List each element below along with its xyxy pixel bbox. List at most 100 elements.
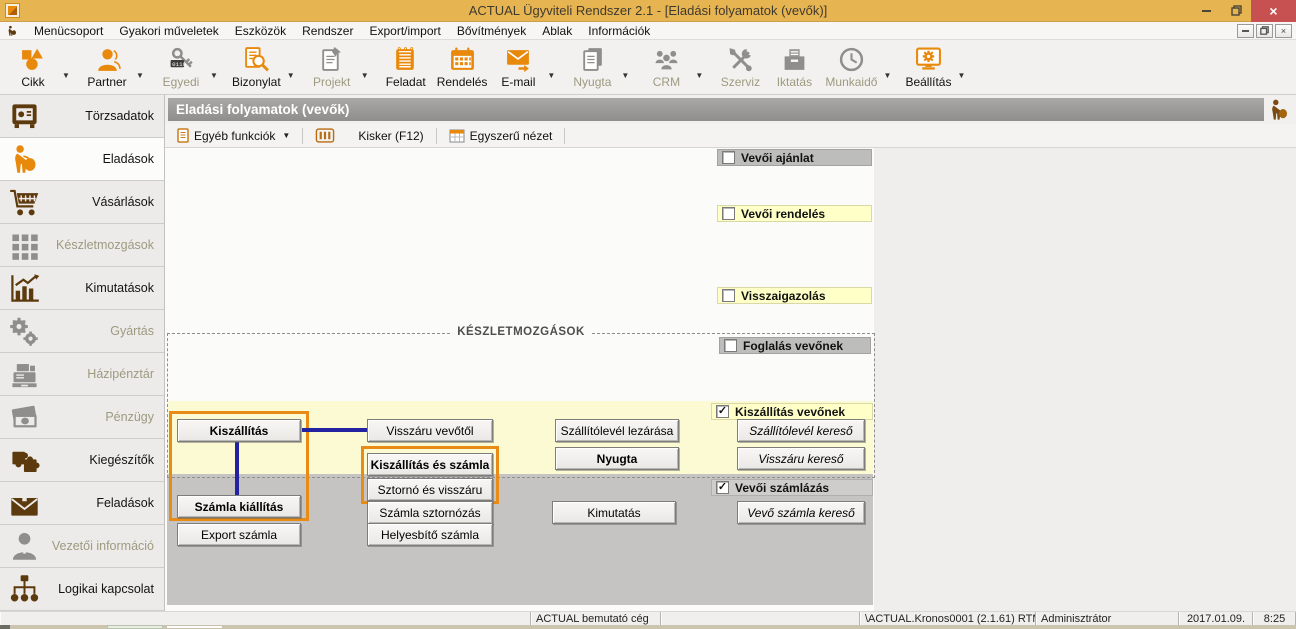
checkbox-box[interactable] bbox=[724, 339, 737, 352]
kiszallitas-button[interactable]: Kiszállítás bbox=[177, 419, 301, 442]
nyugta-receipts-icon bbox=[579, 44, 606, 74]
checkbox-kiszallitas-vevonek[interactable]: Kiszállítás vevőnek bbox=[711, 403, 873, 420]
kiszallitas-es-szamla-button[interactable]: Kiszállítás és számla bbox=[367, 453, 493, 476]
window-close-button[interactable]: × bbox=[1251, 0, 1296, 22]
menubar: Menücsoport Gyakori műveletek Eszközök R… bbox=[0, 22, 1296, 40]
app-window: ACTUAL Ügyviteli Rendszer 2.1 - [Eladási… bbox=[0, 0, 1296, 629]
checkbox-vevoi-ajanlat[interactable]: Vevői ajánlat bbox=[717, 149, 872, 166]
kisker-button[interactable]: Kisker (F12) bbox=[309, 126, 429, 145]
szallitolevel-kereso-button[interactable]: Szállítólevél kereső bbox=[737, 419, 865, 442]
window-restore-button[interactable] bbox=[1221, 0, 1251, 22]
menu-export-import[interactable]: Export/import bbox=[361, 24, 448, 38]
visszaru-kereso-button[interactable]: Visszáru kereső bbox=[737, 447, 865, 470]
envelope-upload-icon bbox=[8, 487, 48, 520]
toolbar-cikk[interactable]: Cikk bbox=[8, 43, 58, 90]
checkbox-box[interactable] bbox=[722, 151, 735, 164]
puzzle-icon bbox=[8, 444, 48, 477]
gears-icon bbox=[8, 315, 48, 348]
sidebar-item-feladasok[interactable]: Feladások bbox=[0, 482, 164, 525]
sztorno-es-visszaru-button[interactable]: Sztornó és visszáru bbox=[367, 478, 493, 501]
menu-informaciok[interactable]: Információk bbox=[580, 24, 658, 38]
egyedi-dropdown-arrow[interactable]: ▼ bbox=[210, 71, 224, 80]
checkbox-box[interactable] bbox=[722, 207, 735, 220]
sidebar-item-hazipenztar[interactable]: Házipénztár bbox=[0, 353, 164, 396]
toolbar-egyedi[interactable]: 0110 Egyedi bbox=[156, 43, 206, 90]
menu-bovitmenyek[interactable]: Bővítmények bbox=[449, 24, 534, 38]
toolbar-iktatas[interactable]: Iktatás bbox=[769, 43, 819, 90]
egyszeru-nezet-button[interactable]: Egyszerű nézet bbox=[443, 127, 559, 145]
sidebar-item-penzugy[interactable]: Pénzügy bbox=[0, 396, 164, 439]
bizonylat-document-search-icon bbox=[243, 44, 270, 74]
egyedi-key-icon: 0110 bbox=[168, 44, 195, 74]
status-company: ACTUAL bemutató cég bbox=[531, 612, 661, 625]
munkaido-dropdown-arrow[interactable]: ▼ bbox=[883, 71, 897, 80]
sidebar: Törzsadatok Eladások Vásárlások Készletm… bbox=[0, 95, 165, 611]
visszaru-vevotol-button[interactable]: Visszáru vevőtől bbox=[367, 419, 493, 442]
szamla-kiallitas-button[interactable]: Számla kiállítás bbox=[177, 495, 301, 518]
helyesbito-szamla-button[interactable]: Helyesbítő számla bbox=[367, 523, 493, 546]
toolbar-email[interactable]: E-mail bbox=[493, 43, 543, 90]
taskbar-edge bbox=[0, 625, 1296, 629]
mdi-minimize-button[interactable] bbox=[1237, 24, 1254, 38]
toolbar-projekt[interactable]: Projekt bbox=[307, 43, 357, 90]
email-envelope-icon bbox=[505, 44, 532, 74]
vevo-szamla-kereso-button[interactable]: Vevő számla kereső bbox=[737, 501, 865, 524]
menu-ablak[interactable]: Ablak bbox=[534, 24, 580, 38]
crm-people-icon bbox=[653, 44, 680, 74]
cash-register-icon bbox=[8, 358, 48, 391]
checkbox-visszaigazolas[interactable]: Visszaigazolás bbox=[717, 287, 872, 304]
sidebar-item-kiegeszitok[interactable]: Kiegészítők bbox=[0, 439, 164, 482]
mdi-restore-button[interactable] bbox=[1256, 24, 1273, 38]
kimutatas-button[interactable]: Kimutatás bbox=[552, 501, 676, 524]
toolbar-rendeles[interactable]: Rendelés bbox=[435, 43, 490, 90]
checkbox-box[interactable] bbox=[716, 481, 729, 494]
toolbar-crm[interactable]: CRM bbox=[641, 43, 691, 90]
checkbox-vevoi-szamlazas[interactable]: Vevői számlázás bbox=[711, 479, 873, 496]
content-area: Eladási folyamatok (vevők) Egyéb funkció… bbox=[165, 95, 1296, 611]
sidebar-item-gyartas[interactable]: Gyártás bbox=[0, 310, 164, 353]
email-dropdown-arrow[interactable]: ▼ bbox=[547, 71, 561, 80]
feladat-notepad-icon bbox=[392, 44, 419, 74]
beallitas-dropdown-arrow[interactable]: ▼ bbox=[957, 71, 971, 80]
menu-eszkozok[interactable]: Eszközök bbox=[227, 24, 294, 38]
toolbar-nyugta[interactable]: Nyugta bbox=[567, 43, 617, 90]
toolbar-bizonylat[interactable]: Bizonylat bbox=[230, 43, 283, 90]
sidebar-item-kimutatasok[interactable]: Kimutatások bbox=[0, 267, 164, 310]
crm-dropdown-arrow[interactable]: ▼ bbox=[695, 71, 709, 80]
checkbox-box[interactable] bbox=[722, 289, 735, 302]
checkbox-box[interactable] bbox=[716, 405, 729, 418]
sidebar-item-torzsadatok[interactable]: Törzsadatok bbox=[0, 95, 164, 138]
toolbar-beallitas[interactable]: Beállítás bbox=[903, 43, 953, 90]
mdi-close-button[interactable]: × bbox=[1275, 24, 1292, 38]
menu-rendszer[interactable]: Rendszer bbox=[294, 24, 361, 38]
nyugta-button[interactable]: Nyugta bbox=[555, 447, 679, 470]
cikk-dropdown-arrow[interactable]: ▼ bbox=[62, 71, 76, 80]
panel-toolbar: Egyéb funkciók ▼ Kisker (F12) Egyszerű n… bbox=[165, 124, 1296, 148]
nyugta-dropdown-arrow[interactable]: ▼ bbox=[621, 71, 635, 80]
toolbar-partner[interactable]: Partner bbox=[82, 43, 132, 90]
window-minimize-button[interactable] bbox=[1191, 0, 1221, 22]
safe-icon bbox=[8, 100, 48, 133]
sidebar-item-vasarlasok[interactable]: Vásárlások bbox=[0, 181, 164, 224]
statusbar: ACTUAL bemutató cég \ACTUAL.Kronos0001 (… bbox=[0, 611, 1296, 625]
export-szamla-button[interactable]: Export számla bbox=[177, 523, 301, 546]
partner-dropdown-arrow[interactable]: ▼ bbox=[136, 71, 150, 80]
projekt-dropdown-arrow[interactable]: ▼ bbox=[361, 71, 375, 80]
menu-menucsoport[interactable]: Menücsoport bbox=[26, 24, 111, 38]
bizonylat-dropdown-arrow[interactable]: ▼ bbox=[287, 71, 301, 80]
checkbox-foglalas-vevonek[interactable]: Foglalás vevőnek bbox=[719, 337, 871, 354]
sidebar-item-vezetoi-informacio[interactable]: Vezetői információ bbox=[0, 525, 164, 568]
toolbar-feladat[interactable]: Feladat bbox=[381, 43, 431, 90]
window-title: ACTUAL Ügyviteli Rendszer 2.1 - [Eladási… bbox=[0, 3, 1296, 18]
szallitolevel-lezarasa-button[interactable]: Szállítólevél lezárása bbox=[555, 419, 679, 442]
menu-gyakori-muveletek[interactable]: Gyakori műveletek bbox=[111, 24, 226, 38]
sidebar-item-keszletmozgasok[interactable]: Készletmozgások bbox=[0, 224, 164, 267]
checkbox-vevoi-rendeles[interactable]: Vevői rendelés bbox=[717, 205, 872, 222]
toolbar-munkaido[interactable]: Munkaidő bbox=[823, 43, 879, 90]
szamla-sztornozas-button[interactable]: Számla sztornózás bbox=[367, 501, 493, 524]
toolbar-szerviz[interactable]: Szerviz bbox=[715, 43, 765, 90]
menu-person-icon bbox=[6, 24, 18, 38]
sidebar-item-logikai-kapcsolat[interactable]: Logikai kapcsolat bbox=[0, 568, 164, 611]
sidebar-item-eladasok[interactable]: Eladások bbox=[0, 138, 164, 181]
egyeb-funkciok-button[interactable]: Egyéb funkciók ▼ bbox=[171, 126, 296, 145]
